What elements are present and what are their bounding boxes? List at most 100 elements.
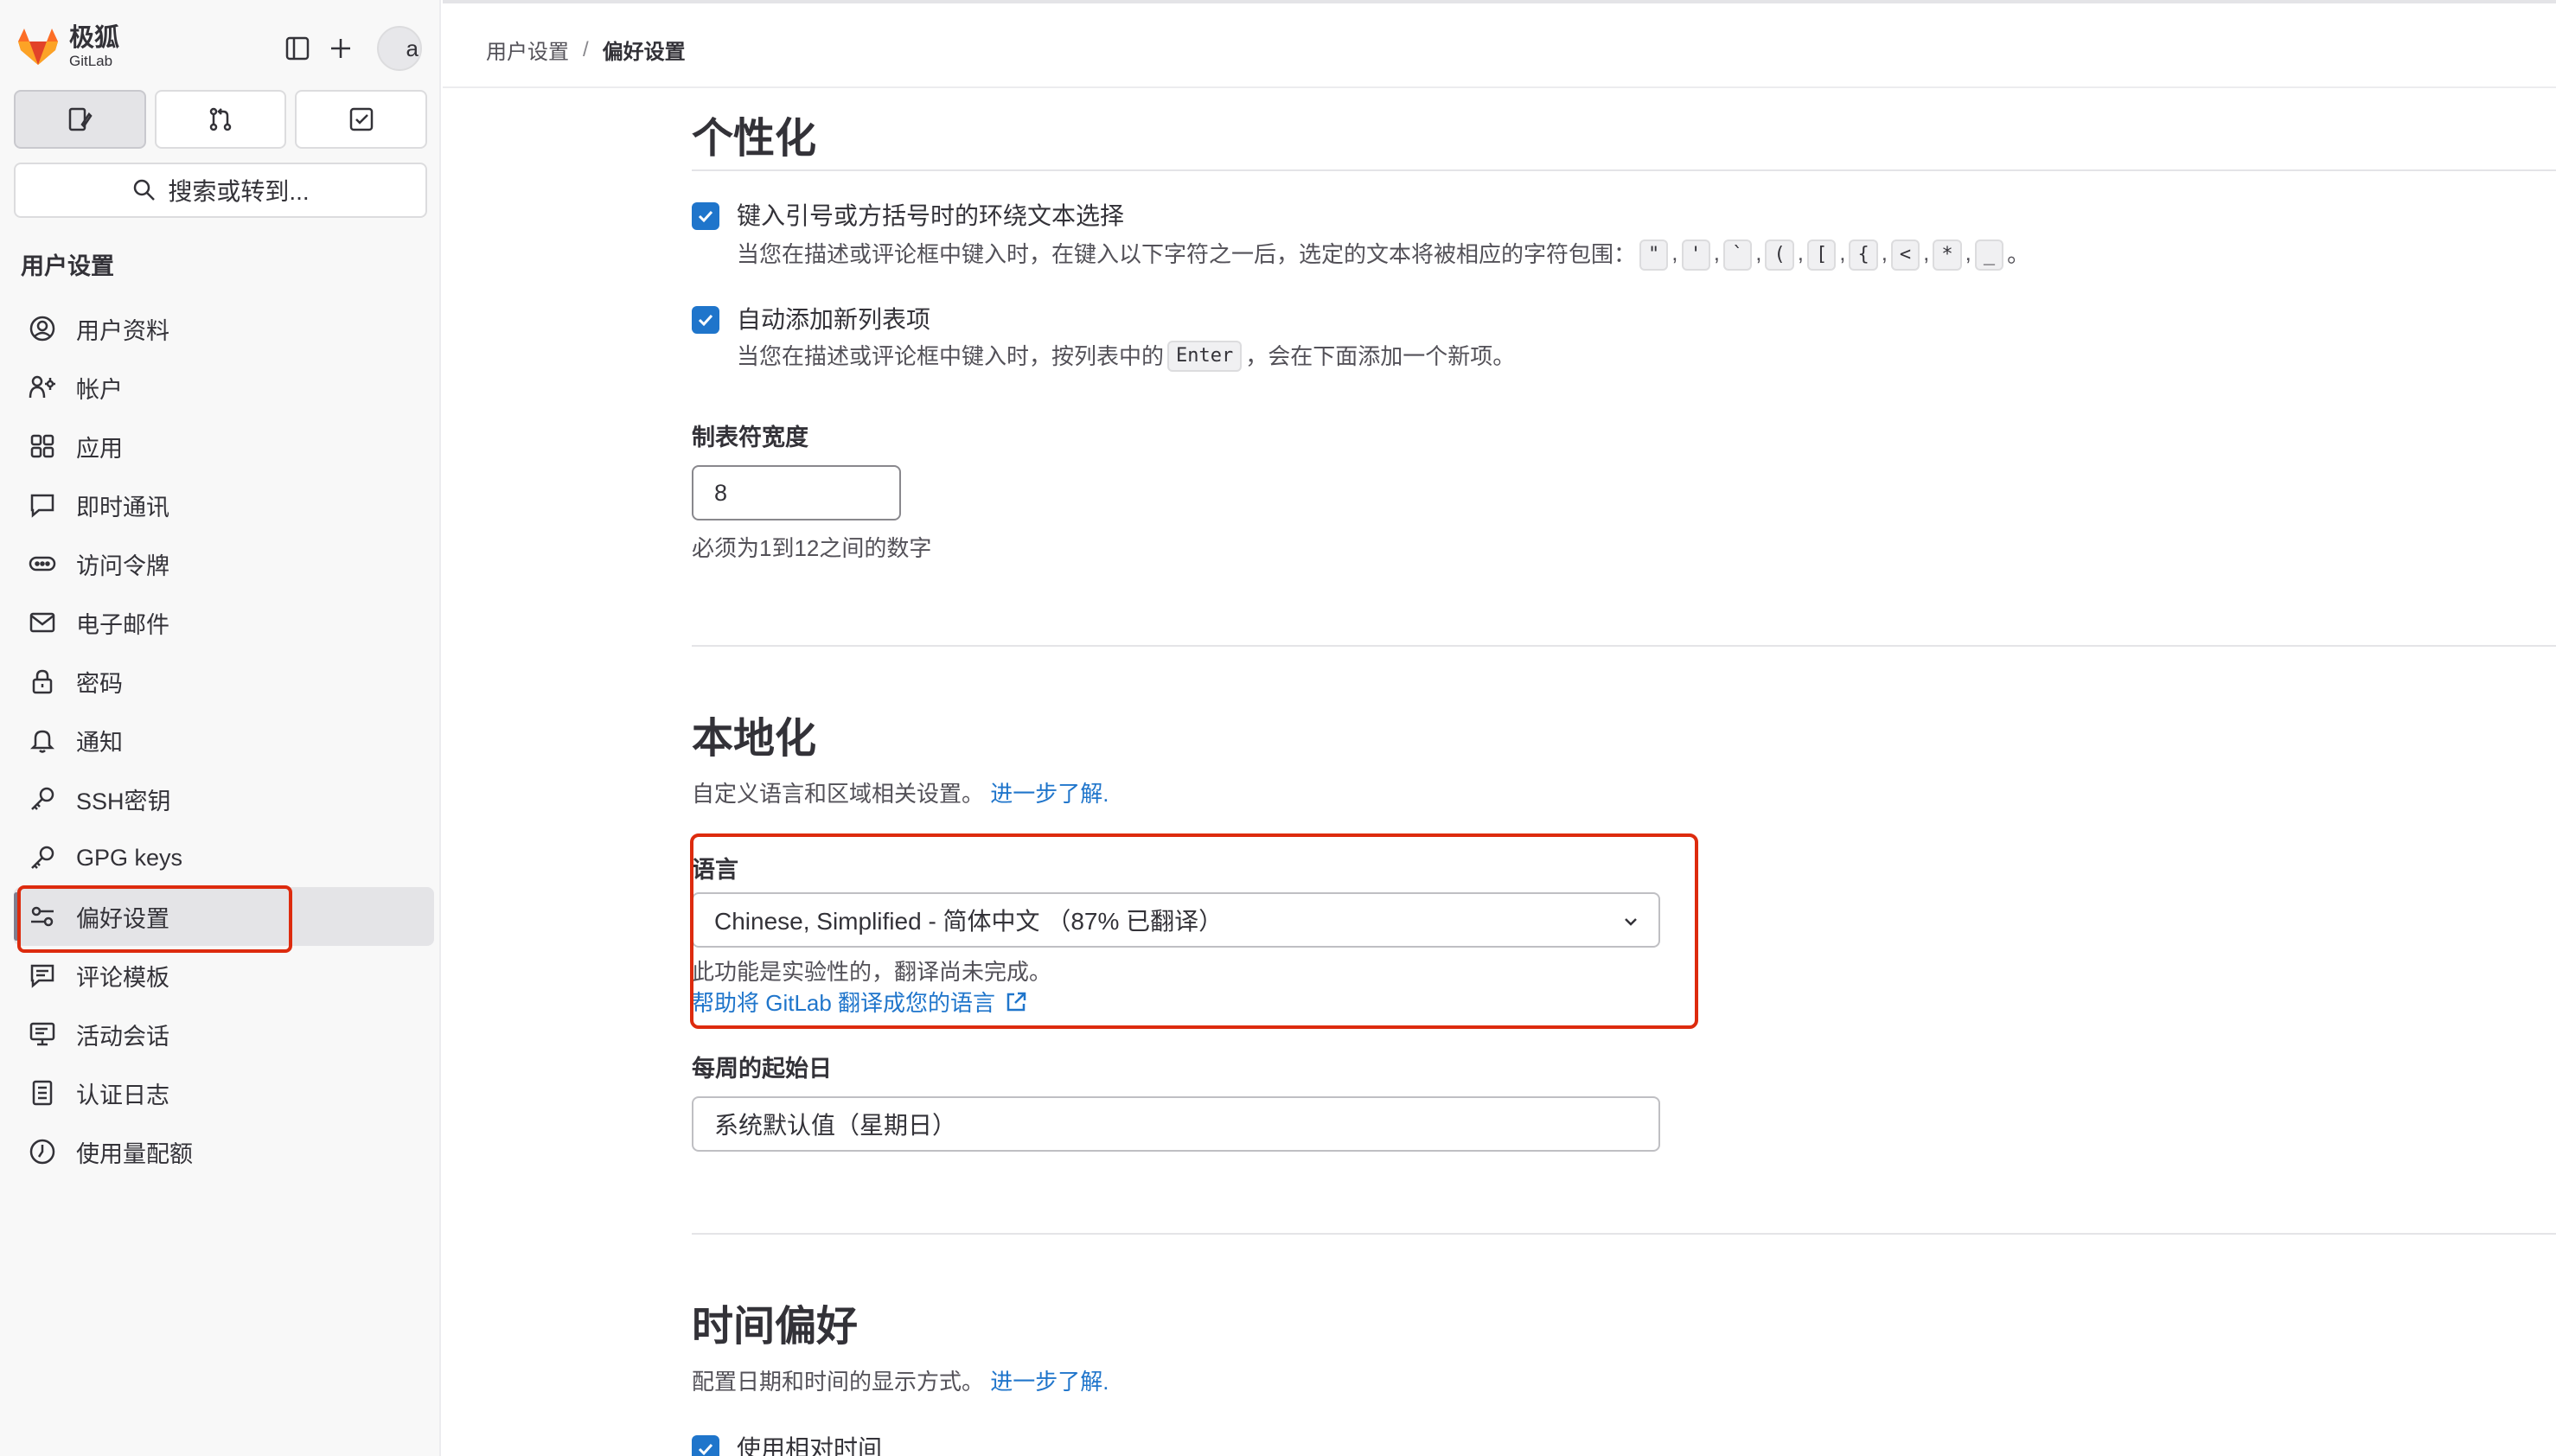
sidebar-item-ssh-keys[interactable]: SSH密钥 [14, 770, 434, 828]
sidebar-item-label: 帐户 [76, 376, 123, 403]
create-new-button[interactable] [322, 29, 360, 67]
sidebar-menu: 用户资料 帐户 应用 即时通讯 访问令牌 电子邮件 密码 通知 SSH密钥 GP… [14, 299, 434, 1181]
auto-list-help-prefix: 当您在描述或评论框中键入时，按列表中的 [737, 343, 1165, 369]
tab-width-input[interactable]: 8 [692, 465, 901, 520]
language-label: 语言 [692, 857, 738, 883]
sidebar-item-label: 通知 [76, 729, 123, 756]
toggle-sidebar-button[interactable] [278, 29, 316, 67]
surround-selection-option: 键入引号或方括号时的环绕文本选择 当您在描述或评论框中键入时，在键入以下字符之一… [692, 201, 2029, 271]
search-icon [134, 179, 156, 201]
auto-list-label: 自动添加新列表项 [737, 306, 931, 333]
user-avatar[interactable]: a [377, 26, 422, 71]
sidebar-item-label: 活动会话 [76, 1023, 169, 1050]
surround-char-code: < [1890, 239, 1920, 271]
sidebar-item-label: SSH密钥 [76, 788, 171, 814]
bell-icon [28, 725, 57, 755]
translate-help-link[interactable]: 帮助将 GitLab 翻译成您的语言 [692, 986, 995, 1018]
chat-icon [28, 490, 57, 520]
account-icon [28, 373, 57, 402]
language-select[interactable]: Chinese, Simplified - 简体中文 （87% 已翻译） [692, 892, 1660, 948]
sidebar-item-notifications[interactable]: 通知 [14, 711, 434, 770]
breadcrumb-separator: / [583, 37, 589, 61]
sidebar-item-gpg-keys[interactable]: GPG keys [14, 828, 434, 887]
todos-tab[interactable] [295, 90, 428, 149]
auto-list-help: 当您在描述或评论框中键入时，按列表中的 Enter ，会在下面添加一个新项。 [737, 341, 1515, 372]
surround-selection-help: 当您在描述或评论框中键入时，在键入以下字符之一后，选定的文本将被相应的字符包围：… [737, 237, 2029, 271]
brand-name-en: GitLab [69, 52, 113, 69]
surround-selection-checkbox[interactable] [692, 202, 719, 230]
issues-icon [69, 107, 93, 131]
divider [692, 1233, 2556, 1235]
surround-char-separator: , [1755, 239, 1762, 265]
time-preferences-learn-more-link[interactable]: 进一步了解. [990, 1369, 1109, 1395]
surround-char-code: ' [1681, 239, 1710, 271]
chevron-down-icon [1625, 918, 1637, 926]
lock-icon [28, 667, 57, 696]
localization-description: 自定义语言和区域相关设置。 进一步了解. [692, 776, 1109, 808]
language-selected-value: Chinese, Simplified - 简体中文 （87% 已翻译） [714, 908, 1224, 935]
applications-icon [28, 431, 57, 461]
surround-char-code: [ [1806, 239, 1837, 271]
time-preferences-description-text: 配置日期和时间的显示方式。 [692, 1369, 985, 1395]
search-button[interactable]: 搜索或转到... [14, 163, 427, 218]
sidebar-item-usage-quotas[interactable]: 使用量配额 [14, 1122, 434, 1181]
sidebar-item-chat[interactable]: 即时通讯 [14, 476, 434, 534]
surround-char-code: " [1639, 239, 1669, 271]
surround-char-separator: , [1839, 239, 1846, 265]
sidebar-item-label: 认证日志 [76, 1082, 169, 1108]
surround-char-separator: , [1965, 239, 1971, 265]
merge-requests-tab[interactable] [154, 90, 287, 149]
surround-char-code: { [1849, 239, 1878, 271]
relative-time-checkbox[interactable] [692, 1435, 719, 1456]
breadcrumb-current[interactable]: 偏好设置 [603, 35, 686, 65]
sidebar-item-emails[interactable]: 电子邮件 [14, 593, 434, 652]
issues-tab[interactable] [14, 90, 146, 149]
relative-time-label: 使用相对时间 [737, 1435, 883, 1456]
sidebar-item-auth-log[interactable]: 认证日志 [14, 1063, 434, 1122]
log-icon [28, 1078, 57, 1108]
surround-chars-list: ", ', `,(,[,{, <, *, _ [1636, 237, 2007, 271]
relative-time-option: 使用相对时间 [692, 1434, 882, 1456]
sidebar-item-label: 评论模板 [76, 964, 169, 991]
token-icon [28, 549, 57, 578]
sidebar-item-applications[interactable]: 应用 [14, 417, 434, 476]
sidebar-item-active-sessions[interactable]: 活动会话 [14, 1005, 434, 1063]
first-day-selected-value: 系统默认值（星期日） [714, 1112, 957, 1139]
first-day-select[interactable]: 系统默认值（星期日） [692, 1096, 1660, 1152]
tab-width-help: 必须为1到12之间的数字 [692, 535, 932, 561]
sidebar-item-preferences[interactable]: 偏好设置 [14, 887, 434, 946]
surround-char-code: _ [1974, 239, 2004, 271]
usage-quota-icon [28, 1137, 57, 1166]
key-icon [28, 784, 57, 814]
sidebar-item-label: GPG keys [76, 844, 183, 871]
surround-char-code: ` [1722, 239, 1753, 271]
translate-help: 帮助将 GitLab 翻译成您的语言 [692, 986, 1028, 1018]
sidebar-item-comment-templates[interactable]: 评论模板 [14, 946, 434, 1005]
localization-title: 本地化 [692, 716, 817, 762]
first-day-label: 每周的起始日 [692, 1056, 832, 1082]
sidebar-item-account[interactable]: 帐户 [14, 358, 434, 417]
brand-logo[interactable]: 极狐 GitLab [16, 24, 119, 69]
sidebar-item-label: 使用量配额 [76, 1140, 193, 1167]
surround-char-separator: , [1881, 239, 1888, 265]
todo-icon [349, 107, 373, 131]
divider [692, 169, 2556, 171]
gitlab-fox-icon [18, 29, 58, 65]
merge-request-icon [209, 107, 232, 131]
sidebar-item-label: 偏好设置 [76, 905, 169, 932]
sidebar-item-password[interactable]: 密码 [14, 652, 434, 711]
sidebar-item-label: 即时通讯 [76, 494, 169, 520]
localization-learn-more-link[interactable]: 进一步了解. [990, 781, 1109, 807]
profile-icon [28, 314, 57, 343]
breadcrumb-parent-link[interactable]: 用户设置 [486, 35, 569, 65]
surround-char-code: ( [1765, 239, 1794, 271]
surround-char-separator: , [1923, 239, 1930, 265]
sessions-icon [28, 1019, 57, 1049]
sidebar-item-label: 应用 [76, 435, 123, 462]
auto-list-checkbox[interactable] [692, 306, 719, 334]
sidebar-item-label: 密码 [76, 670, 123, 697]
sidebar-item-access-tokens[interactable]: 访问令牌 [14, 534, 434, 593]
top-header: 用户设置 / 偏好设置 [443, 0, 2556, 88]
avatar-fallback-text: a [406, 35, 419, 61]
sidebar-item-profile[interactable]: 用户资料 [14, 299, 434, 358]
